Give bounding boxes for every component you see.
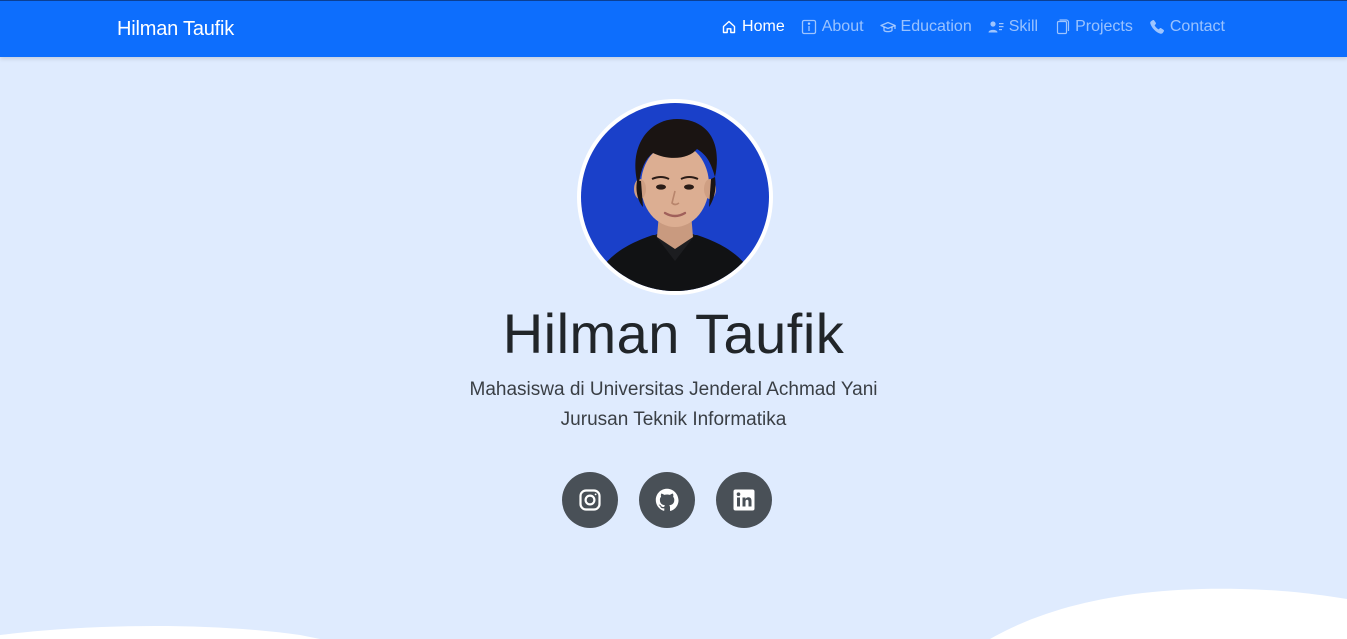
house-icon — [722, 20, 736, 34]
subtitle-line-2: Jurusan Teknik Informatika — [560, 409, 787, 430]
linkedin-icon — [733, 489, 755, 511]
nav-label-home: Home — [742, 18, 785, 35]
nav-item-home[interactable]: Home — [721, 18, 785, 36]
person-lines-icon — [988, 21, 1004, 33]
nav-item-education[interactable]: Education — [879, 18, 972, 36]
nav-label-education: Education — [900, 18, 972, 35]
telephone-icon — [1150, 19, 1164, 34]
profile-avatar — [577, 99, 773, 295]
nav-item-skill[interactable]: Skill — [988, 18, 1038, 36]
hero-name: Hilman Taufik — [502, 302, 845, 365]
brand-link[interactable]: Hilman Taufik — [117, 18, 234, 41]
hero-subtitle: Mahasiswa di Universitas Jenderal Achmad… — [0, 375, 1347, 435]
nav-label-about: About — [821, 18, 864, 35]
files-icon — [1056, 19, 1070, 35]
nav-item-about[interactable]: About — [801, 18, 864, 36]
social-links — [562, 472, 772, 528]
info-square-icon — [801, 19, 816, 35]
instagram-icon — [579, 489, 601, 511]
nav-label-skill: Skill — [1008, 18, 1039, 35]
navbar: Hilman Taufik Home About Education Skill… — [0, 0, 1347, 57]
github-button[interactable] — [639, 472, 695, 528]
decorative-wave — [0, 588, 1347, 639]
profile-photo — [581, 103, 769, 291]
subtitle-line-1: Mahasiswa di Universitas Jenderal Achmad… — [469, 379, 878, 400]
nav-label-contact: Contact — [1169, 18, 1225, 35]
nav-item-projects[interactable]: Projects — [1054, 18, 1133, 36]
instagram-button[interactable] — [562, 472, 618, 528]
github-icon — [655, 488, 679, 511]
nav-item-contact[interactable]: Contact — [1149, 18, 1225, 36]
nav-menu: Home About Education Skill Projects Cont… — [721, 18, 1225, 36]
hero-section: Hilman Taufik Mahasiswa di Universitas J… — [0, 57, 1347, 639]
nav-label-projects: Projects — [1075, 18, 1133, 35]
mortarboard-icon — [879, 21, 896, 33]
linkedin-button[interactable] — [716, 472, 772, 528]
